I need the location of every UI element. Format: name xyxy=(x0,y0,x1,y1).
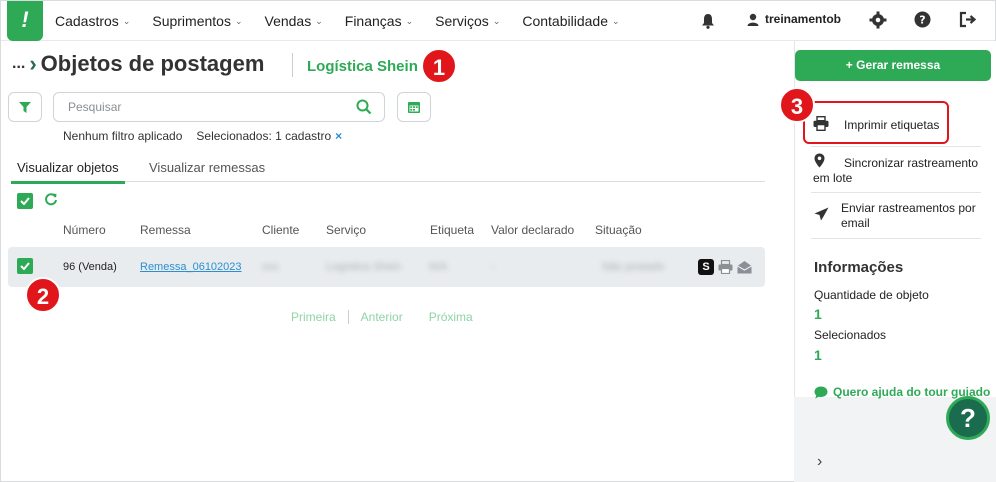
page-title: Objetos de postagem xyxy=(40,51,265,76)
view-tabs: Visualizar objetos Visualizar remessas xyxy=(11,157,765,184)
chevron-down-icon: ⌄ xyxy=(122,15,131,26)
chevron-down-icon: ⌄ xyxy=(315,15,323,26)
no-filter-label: Nenhum filtro aplicado xyxy=(63,129,183,143)
pagination: Primeira Anterior Próxima xyxy=(291,310,473,324)
nav-cadastros[interactable]: Cadastros ⌄ xyxy=(55,13,130,29)
cell-numero: 96 (Venda) xyxy=(63,261,117,273)
map-pin-icon xyxy=(814,153,825,168)
nav-vendas[interactable]: Vendas ⌄ xyxy=(265,13,323,29)
cell-remessa-link[interactable]: Remessa_06102023 xyxy=(140,261,242,273)
app-logo[interactable]: ! xyxy=(7,1,43,41)
chat-bubble-icon xyxy=(814,386,828,398)
selected-label: Selecionados xyxy=(814,328,887,342)
filter-status: Nenhum filtro aplicado Selecionados: 1 c… xyxy=(63,129,342,143)
breadcrumb-more[interactable]: ... xyxy=(12,55,25,73)
printer-icon[interactable] xyxy=(718,260,733,274)
col-situacao: Situação xyxy=(595,223,642,237)
col-valor-declarado: Valor declarado xyxy=(491,223,575,237)
filter-icon xyxy=(19,101,31,113)
chevron-down-icon: ⌄ xyxy=(405,15,414,26)
calendar-icon xyxy=(408,102,420,113)
date-filter-button[interactable] xyxy=(397,92,431,122)
col-cliente: Cliente xyxy=(262,223,300,237)
logout-icon[interactable] xyxy=(959,11,977,28)
pager-divider xyxy=(347,310,349,324)
breadcrumb: ... › Objetos de postagem xyxy=(12,51,264,77)
title-divider xyxy=(292,53,293,77)
clear-selection-icon[interactable]: × xyxy=(335,129,342,143)
col-servico: Serviço xyxy=(326,223,367,237)
col-remessa: Remessa xyxy=(140,223,191,237)
chevron-down-icon: ⌄ xyxy=(492,15,501,26)
sync-tracking-action-line2[interactable]: em lote xyxy=(813,171,852,185)
annotation-badge-2: 2 xyxy=(25,277,61,313)
help-circle-icon[interactable]: ? xyxy=(914,11,931,28)
sidebar-divider xyxy=(811,146,981,147)
cell-servico: Logística Shein xyxy=(326,261,402,273)
tab-visualizar-objetos[interactable]: Visualizar objetos xyxy=(11,160,125,184)
nav-servicos[interactable]: Serviços ⌄ xyxy=(435,13,500,29)
table-row[interactable]: 96 (Venda) Remessa_06102023 xxx Logístic… xyxy=(8,247,765,287)
chevron-down-icon: ⌄ xyxy=(611,15,620,26)
sync-tracking-action[interactable]: Sincronizar rastreamento xyxy=(844,155,978,171)
col-numero: Número xyxy=(63,223,106,237)
pager-first[interactable]: Primeira xyxy=(291,310,336,324)
chevron-right-icon: › xyxy=(29,51,37,76)
sidebar-divider xyxy=(811,238,981,239)
pager-prev[interactable]: Anterior xyxy=(361,310,403,324)
paper-plane-icon xyxy=(814,207,829,221)
send-tracking-email-action-line2[interactable]: email xyxy=(841,216,870,230)
nav-suprimentos[interactable]: Suprimentos ⌄ xyxy=(152,13,242,29)
filter-button[interactable] xyxy=(8,92,42,122)
nav-financas[interactable]: Finanças ⌄ xyxy=(345,13,413,29)
row-actions: S xyxy=(698,259,752,275)
row-checkbox[interactable] xyxy=(17,258,33,274)
qty-label: Quantidade de objeto xyxy=(814,288,929,302)
svg-text:?: ? xyxy=(919,14,925,27)
cell-situacao: Não postado xyxy=(602,261,665,273)
selected-count-label: Selecionados: 1 cadastro xyxy=(196,129,332,143)
qty-value: 1 xyxy=(814,306,822,322)
refresh-icon[interactable] xyxy=(44,192,58,206)
top-bar: ! Cadastros ⌄ Suprimentos ⌄ Vendas ⌄ Finanç… xyxy=(1,1,995,41)
generate-shipment-button[interactable]: + Gerar remessa xyxy=(795,50,991,81)
user-name: treinamentob xyxy=(765,12,842,26)
annotation-badge-1: 1 xyxy=(421,48,457,84)
gear-icon[interactable] xyxy=(869,11,887,29)
shein-icon[interactable]: S xyxy=(698,259,714,275)
pager-next[interactable]: Próxima xyxy=(429,310,473,324)
selected-value: 1 xyxy=(814,347,822,363)
check-icon xyxy=(20,262,30,270)
cell-valor: - xyxy=(491,261,495,273)
select-all-checkbox[interactable] xyxy=(17,193,33,209)
chevron-down-icon: ⌄ xyxy=(234,15,243,26)
cell-cliente: xxx xyxy=(262,261,279,273)
annotation-badge-3: 3 xyxy=(779,87,815,123)
search-box xyxy=(53,92,385,122)
check-icon xyxy=(20,197,30,205)
sidebar-divider xyxy=(811,192,981,193)
print-labels-action[interactable]: Imprimir etiquetas xyxy=(844,118,939,132)
send-tracking-email-action[interactable]: Enviar rastreamentos por xyxy=(841,200,976,216)
chevron-right-icon[interactable]: › xyxy=(817,453,822,471)
cell-etiqueta: N/A xyxy=(429,261,448,273)
printer-icon xyxy=(813,116,829,131)
info-title: Informações xyxy=(814,259,904,276)
page-subtitle: Logística Shein xyxy=(307,58,418,75)
bell-icon[interactable] xyxy=(701,13,715,29)
col-etiqueta: Etiqueta xyxy=(430,223,475,237)
user-icon xyxy=(747,13,759,26)
user-menu[interactable]: treinamentob xyxy=(747,12,841,26)
nav-contabilidade[interactable]: Contabilidade ⌄ xyxy=(522,13,619,29)
help-fab-button[interactable]: ? xyxy=(946,396,990,440)
search-icon[interactable] xyxy=(356,99,372,115)
main-nav: Cadastros ⌄ Suprimentos ⌄ Vendas ⌄ Finanças… xyxy=(55,1,642,41)
search-input[interactable] xyxy=(68,100,348,114)
tab-visualizar-remessas[interactable]: Visualizar remessas xyxy=(143,160,271,181)
envelope-open-icon[interactable] xyxy=(737,260,752,274)
